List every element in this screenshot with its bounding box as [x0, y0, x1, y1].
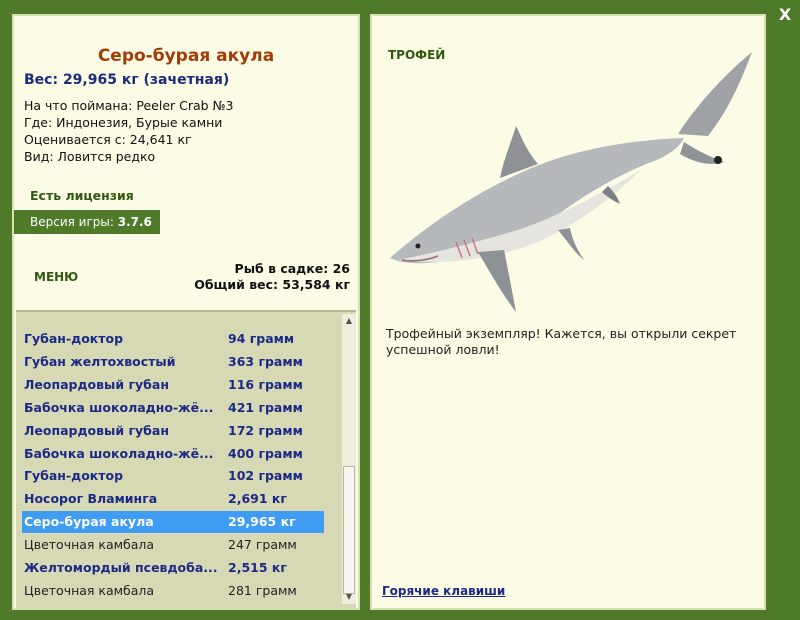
version-label: Версия игры: — [30, 215, 114, 229]
keepnet-summary: Рыб в садке: 26 Общий вес: 53,584 кг — [194, 261, 350, 293]
list-item[interactable]: Губан желтохвостый 363 грамм — [22, 351, 324, 373]
fish-info-panel: Серо-бурая акула Вес: 29,965 кг (зачетна… — [12, 14, 360, 610]
scroll-down-icon[interactable]: ▼ — [342, 590, 356, 604]
fish-value: Оценивается с: 24,641 кг — [24, 132, 192, 147]
list-item[interactable]: Желтомордый псевдоба... 2,515 кг — [22, 557, 324, 579]
catch-weight: 363 грамм — [228, 353, 303, 369]
game-version: Версия игры: 3.7.6 — [14, 210, 160, 234]
list-item[interactable]: Носорог Вламинга 2,691 кг — [22, 488, 324, 510]
catch-weight: 102 грамм — [228, 468, 303, 484]
list-item[interactable]: Бабочка шоколадно-жё... 421 грамм — [22, 397, 324, 419]
catch-weight: 29,965 кг — [228, 514, 296, 530]
catch-name: Губан-доктор — [24, 468, 124, 484]
list-item[interactable]: Бабочка шоколадно-жё... 400 грамм — [22, 443, 324, 465]
keepnet-total-weight: Общий вес: 53,584 кг — [194, 277, 350, 292]
list-item[interactable]: Цветочная камбала 247 грамм — [22, 534, 324, 556]
catch-name: Цветочная камбала — [24, 582, 155, 598]
catch-weight: 2,691 кг — [228, 491, 287, 507]
close-icon[interactable]: X — [772, 4, 798, 26]
catch-name: Губан желтохвостый — [24, 353, 176, 369]
catch-name: Бабочка шоколадно-жё... — [24, 399, 214, 415]
catch-name: Губан-доктор — [24, 331, 124, 346]
trophy-description: Трофейный экземпляр! Кажется, вы открыли… — [386, 326, 737, 357]
list-item[interactable]: Губан-доктор 94 грамм — [22, 328, 324, 350]
trophy-panel: ТРОФЕЙ Трофейный экземпляр! Кажется, вы … — [370, 14, 766, 610]
catch-name: Цветочная камбала — [24, 537, 155, 553]
catch-weight: 247 грамм — [228, 537, 297, 553]
version-value: 3.7.6 — [117, 215, 152, 229]
catch-weight: 400 грамм — [228, 445, 303, 461]
catch-weight: 116 грамм — [228, 376, 303, 392]
trophy-label: ТРОФЕЙ — [388, 48, 446, 62]
catch-weight: 94 грамм — [228, 331, 295, 346]
list-item[interactable]: Леопардовый губан 116 грамм — [22, 374, 324, 396]
catch-list[interactable]: Губан-доктор 94 грамм Губан желтохвостый 36… — [16, 310, 356, 608]
fish-title: Серо-бурая акула — [97, 46, 275, 66]
scroll-thumb[interactable] — [343, 466, 355, 594]
catch-name: Серо-бурая акула — [24, 514, 154, 530]
fish-bait: На что поймана: Peeler Crab №3 — [24, 98, 234, 113]
list-item[interactable]: Губан-доктор 102 грамм — [22, 465, 324, 487]
catch-weight: 2,515 кг — [228, 560, 287, 575]
hotkeys-link[interactable]: Горячие клавиши — [382, 584, 505, 598]
list-item[interactable]: Цветочная камбала 281 грамм — [22, 580, 324, 602]
catch-name: Леопардовый губан — [24, 422, 169, 438]
fish-rarity: Вид: Ловится редко — [24, 149, 156, 164]
shark-image — [390, 52, 752, 312]
menu-button[interactable]: МЕНЮ — [34, 270, 78, 284]
catch-name: Леопардовый губан — [24, 376, 169, 392]
catch-name: Носорог Вламинга — [24, 491, 158, 507]
fish-location: Где: Индонезия, Бурые камни — [24, 115, 223, 130]
keepnet-count: Рыб в садке: 26 — [234, 261, 350, 276]
catch-name: Желтомордый псевдоба... — [24, 560, 218, 575]
fish-weight: Вес: 29,965 кг (зачетная) — [24, 72, 230, 88]
list-item-selected[interactable]: Серо-бурая акула 29,965 кг — [22, 511, 324, 534]
catch-name: Бабочка шоколадно-жё... — [24, 445, 214, 461]
license-status: Есть лицензия — [30, 188, 134, 203]
list-item[interactable]: Леопардовый губан 172 грамм — [22, 420, 324, 442]
scrollbar[interactable]: ▲ ▼ — [342, 314, 356, 604]
catch-weight: 281 грамм — [228, 582, 297, 598]
scroll-up-icon[interactable]: ▲ — [342, 314, 356, 328]
catch-weight: 421 грамм — [228, 399, 303, 415]
catch-weight: 172 грамм — [228, 422, 303, 438]
